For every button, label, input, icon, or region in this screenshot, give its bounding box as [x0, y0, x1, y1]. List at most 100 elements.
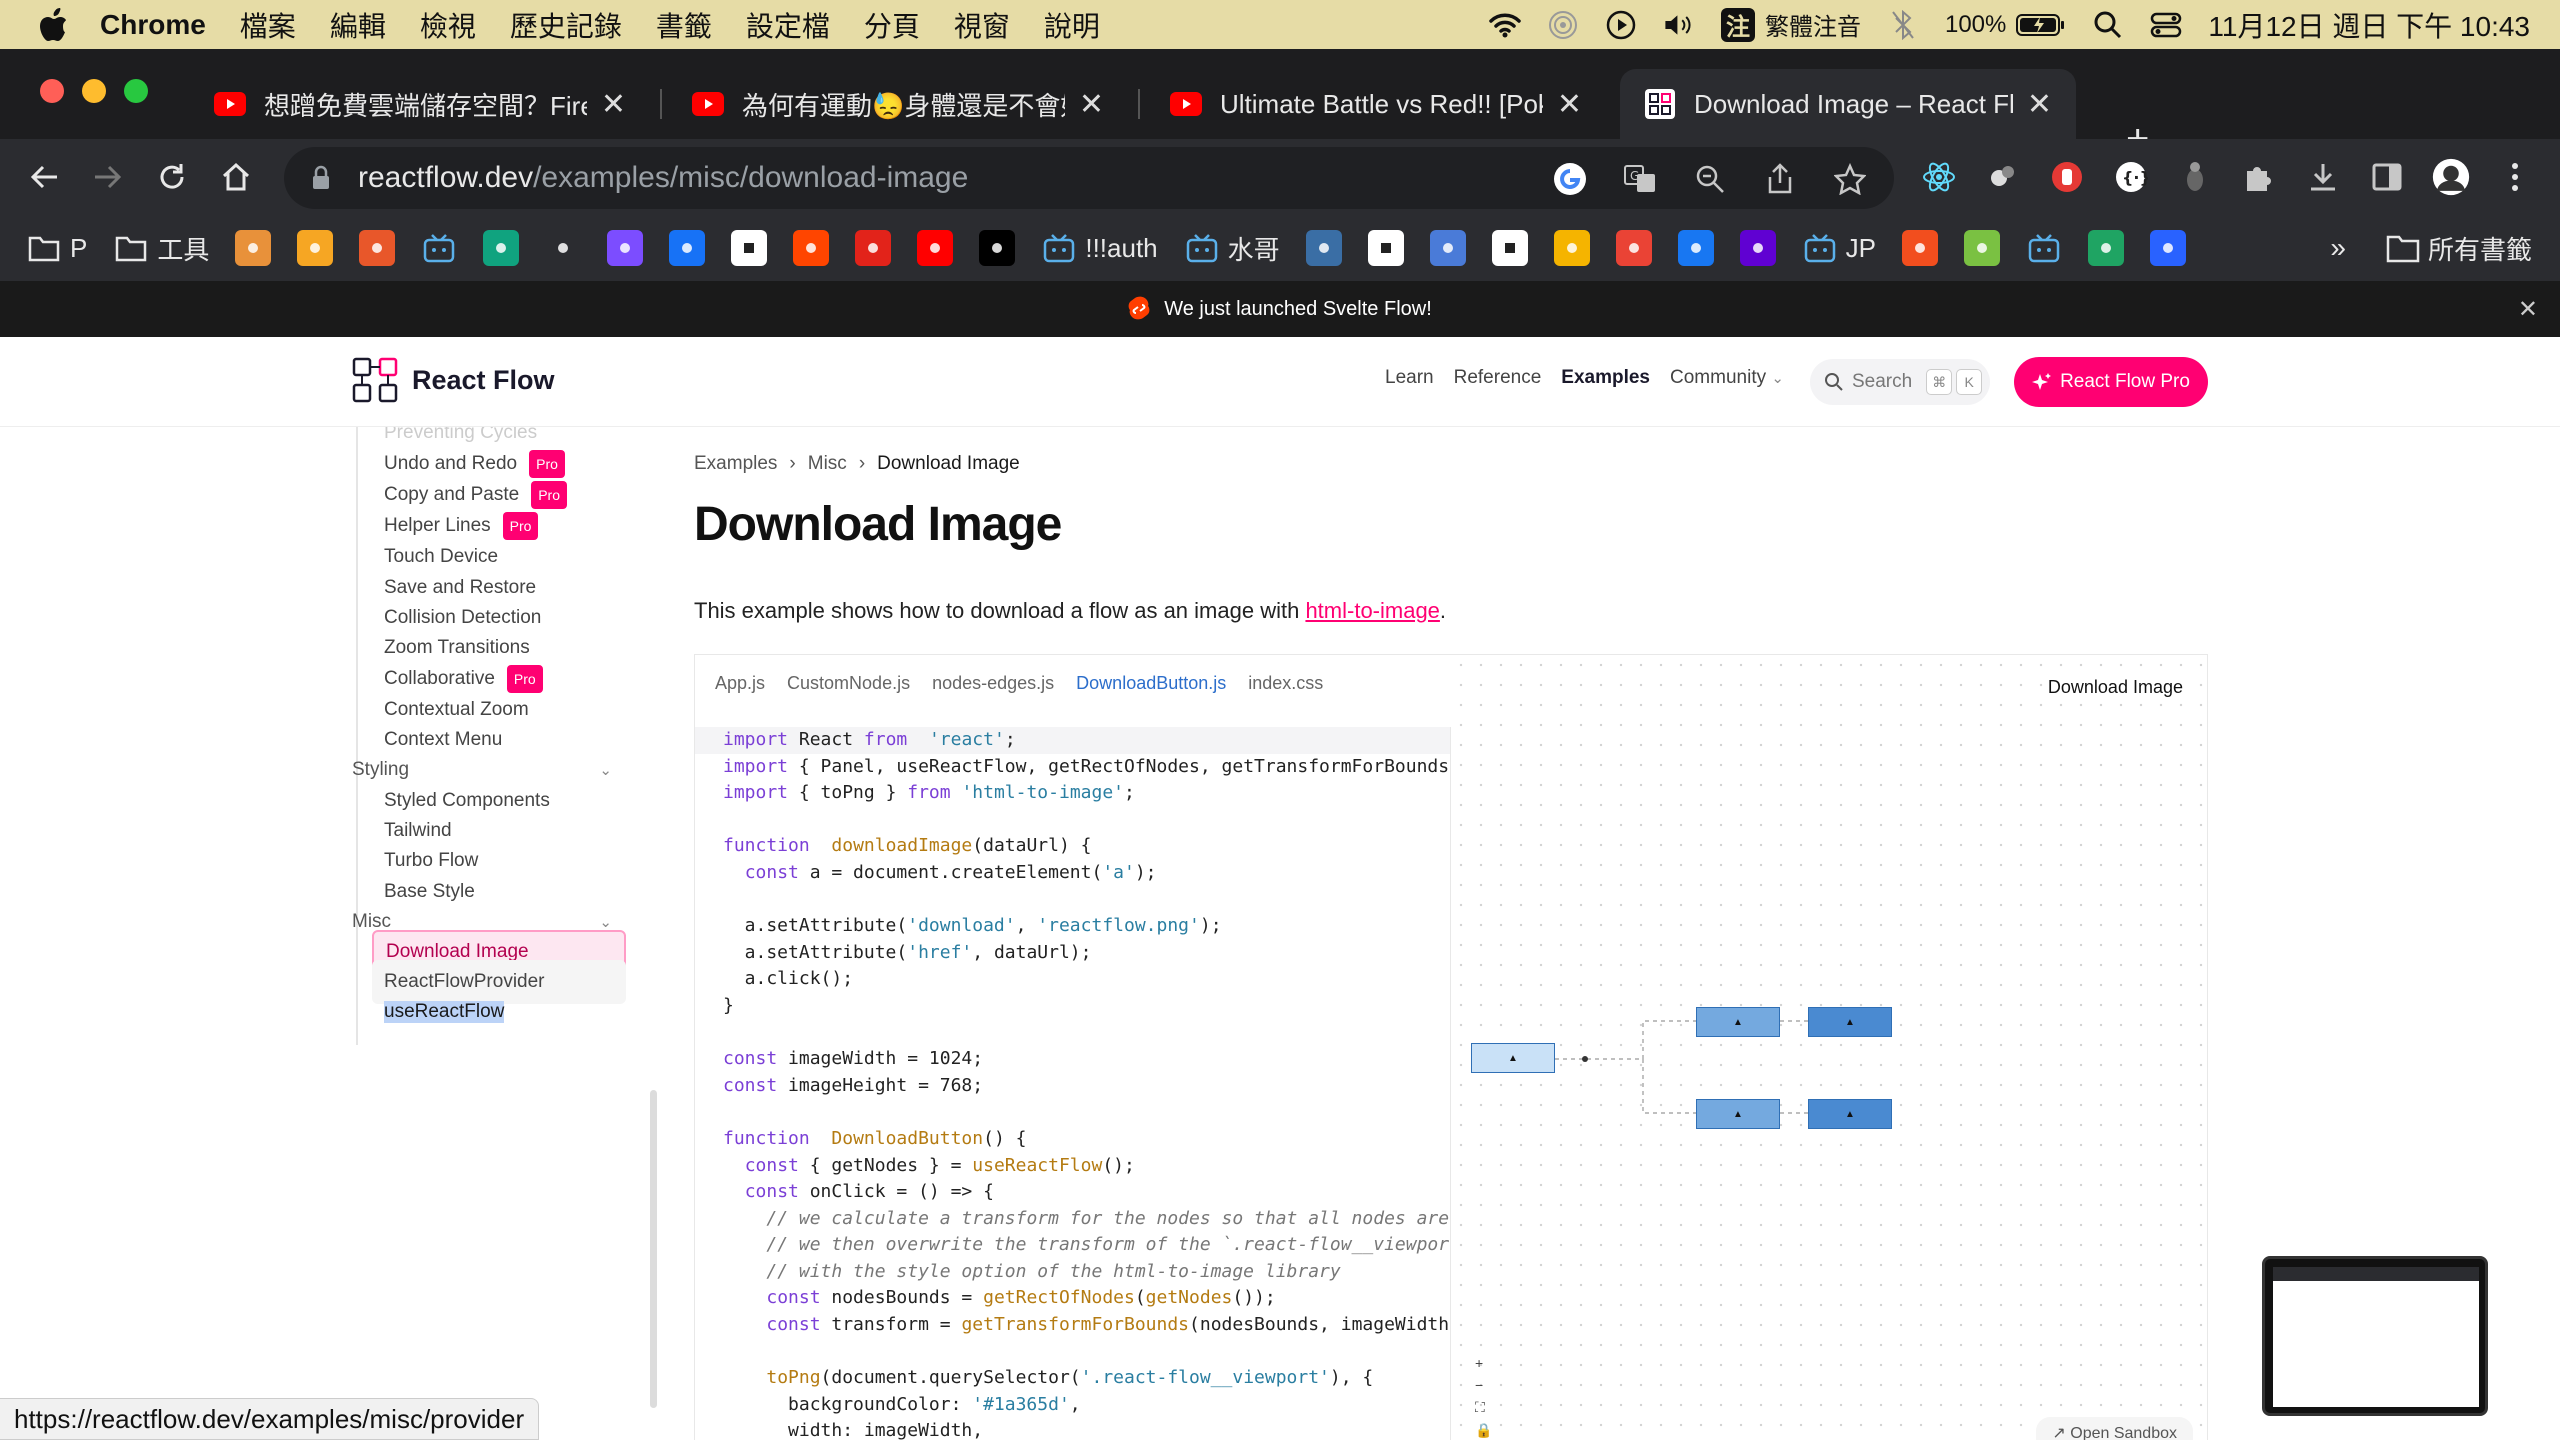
sidebar-item[interactable]: useReactFlow	[384, 990, 505, 1034]
code-editor[interactable]: import React from 'react'; import { Panel…	[695, 727, 1451, 1440]
browser-tab[interactable]: 為何有運動😓身體還是不會好? - ✕	[668, 69, 1128, 139]
close-tab-icon[interactable]: ✕	[2027, 87, 2052, 122]
menu-edit[interactable]: 編輯	[330, 5, 386, 45]
menu-window[interactable]: 視窗	[954, 5, 1010, 45]
profile-avatar-icon[interactable]	[2432, 153, 2470, 201]
browser-tab[interactable]: 想蹭免費雲端儲存空間？Firebase ✕	[190, 69, 650, 139]
battery-icon[interactable]	[2016, 9, 2066, 41]
braces-ext-icon[interactable]: {·}	[2112, 153, 2150, 201]
site-search[interactable]: Search ⌘ K	[1810, 359, 1990, 405]
nav-community[interactable]: Community ⌄	[1670, 367, 1784, 389]
menu-help[interactable]: 說明	[1044, 5, 1100, 45]
bluetooth-off-icon[interactable]	[1887, 9, 1919, 41]
react-devtools-icon[interactable]	[1920, 153, 1958, 201]
menu-history[interactable]: 歷史記錄	[510, 5, 622, 45]
ime-label[interactable]: 繁體注音	[1765, 7, 1861, 42]
chrome-menu-icon[interactable]	[2496, 153, 2534, 201]
google-icon[interactable]	[1550, 159, 1590, 199]
media-play-icon[interactable]	[1605, 9, 1637, 41]
bookmark-item[interactable]	[855, 230, 892, 266]
forward-button[interactable]	[84, 153, 132, 201]
browser-tab[interactable]: Ultimate Battle vs Red!! [Pokem ✕	[1146, 69, 1606, 139]
bookmark-item[interactable]	[669, 230, 706, 266]
code-file-tab[interactable]: nodes-edges.js	[932, 673, 1054, 694]
ime-badge[interactable]: 注	[1720, 7, 1755, 42]
bookmark-star-icon[interactable]	[1830, 159, 1870, 199]
menu-view[interactable]: 檢視	[420, 5, 476, 45]
bookmark-item[interactable]	[1491, 230, 1528, 266]
announcement-banner[interactable]: We just launched Svelte Flow! ✕	[0, 281, 2560, 337]
bookmark-item[interactable]	[1902, 230, 1938, 266]
extensions-puzzle-icon[interactable]	[2240, 153, 2278, 201]
screenshot-preview-thumbnail[interactable]	[2262, 1256, 2488, 1416]
bookmark-item[interactable]	[1677, 230, 1714, 266]
bookmark-item[interactable]	[979, 230, 1016, 266]
lock-icon[interactable]	[308, 165, 334, 191]
bookmark-item[interactable]: P	[26, 230, 87, 266]
open-sandbox-button[interactable]: ↗ Open Sandbox	[2036, 1417, 2193, 1440]
bookmark-item[interactable]	[607, 230, 644, 266]
bookmark-item[interactable]	[1964, 230, 2000, 266]
bookmarks-overflow-button[interactable]: »	[2330, 232, 2346, 264]
menu-profiles[interactable]: 設定檔	[746, 5, 830, 45]
share-icon[interactable]	[1760, 159, 1800, 199]
bookmark-item[interactable]	[359, 230, 396, 266]
code-file-tab[interactable]: DownloadButton.js	[1076, 673, 1226, 694]
download-icon[interactable]	[2304, 153, 2342, 201]
bookmark-item[interactable]	[1553, 230, 1590, 266]
menu-file[interactable]: 檔案	[240, 5, 296, 45]
reload-button[interactable]	[148, 153, 196, 201]
flow-canvas[interactable]: Download Image ▲ ▲ ▲ ▲ ▲ + − ⛶ 🔒 ↗ Open …	[1451, 655, 2207, 1440]
nav-examples[interactable]: Examples	[1561, 367, 1650, 389]
react-flow-pro-button[interactable]: React Flow Pro	[2014, 357, 2208, 407]
bookmark-item[interactable]	[1305, 230, 1342, 266]
volume-icon[interactable]	[1663, 9, 1695, 41]
flow-node[interactable]: ▲	[1808, 1007, 1892, 1037]
nav-learn[interactable]: Learn	[1385, 367, 1434, 389]
menu-tab[interactable]: 分頁	[864, 5, 920, 45]
lock-button[interactable]: 🔒	[1475, 1422, 1492, 1439]
close-tab-icon[interactable]: ✕	[1557, 87, 1582, 122]
close-tab-icon[interactable]: ✕	[601, 87, 626, 122]
bookmark-item[interactable]	[235, 230, 272, 266]
url-text[interactable]: reactflow.dev/examples/misc/download-ima…	[358, 161, 968, 195]
bookmark-item[interactable]	[545, 230, 582, 266]
breadcrumb-misc[interactable]: Misc	[808, 453, 847, 475]
back-button[interactable]	[20, 153, 68, 201]
bookmark-item[interactable]	[917, 230, 954, 266]
code-file-tab[interactable]: index.css	[1248, 673, 1323, 694]
airdrop-icon[interactable]	[1547, 9, 1579, 41]
close-tab-icon[interactable]: ✕	[1079, 87, 1104, 122]
bookmark-item[interactable]	[483, 230, 520, 266]
html-to-image-link[interactable]: html-to-image	[1305, 598, 1439, 623]
breadcrumb-examples[interactable]: Examples	[694, 453, 777, 475]
flow-node[interactable]: ▲	[1808, 1099, 1892, 1129]
fit-view-button[interactable]: ⛶	[1475, 1399, 1489, 1416]
flow-node[interactable]: ▲	[1696, 1099, 1780, 1129]
spotlight-search-icon[interactable]	[2092, 9, 2124, 41]
flow-node[interactable]: ▲	[1471, 1043, 1555, 1073]
menu-bookmarks[interactable]: 書籤	[656, 5, 712, 45]
bookmark-item[interactable]	[731, 230, 768, 266]
extension-bubbles-icon[interactable]	[1984, 153, 2022, 201]
apple-icon[interactable]	[36, 7, 72, 43]
code-file-tab[interactable]: CustomNode.js	[787, 673, 910, 694]
bookmark-item[interactable]	[297, 230, 334, 266]
zoom-out-button[interactable]: −	[1475, 1377, 1489, 1393]
sidebar-scrollbar[interactable]	[650, 1090, 657, 1408]
side-panel-icon[interactable]	[2368, 153, 2406, 201]
bookmark-item[interactable]: 工具	[113, 230, 209, 267]
stop-hand-icon[interactable]	[2048, 153, 2086, 201]
close-window-button[interactable]	[40, 79, 64, 103]
nav-reference[interactable]: Reference	[1454, 367, 1542, 389]
code-file-tab[interactable]: App.js	[715, 673, 765, 694]
bookmark-item[interactable]: 水哥	[1184, 230, 1280, 267]
address-bar[interactable]: reactflow.dev/examples/misc/download-ima…	[284, 147, 1894, 209]
flow-node[interactable]: ▲	[1696, 1007, 1780, 1037]
close-banner-icon[interactable]: ✕	[2518, 295, 2538, 324]
zoom-in-button[interactable]: +	[1475, 1355, 1489, 1371]
bookmark-item[interactable]	[2026, 230, 2062, 266]
bookmark-item[interactable]	[1615, 230, 1652, 266]
bookmark-item[interactable]: JP	[1802, 230, 1876, 266]
site-logo[interactable]: React Flow	[352, 357, 555, 403]
